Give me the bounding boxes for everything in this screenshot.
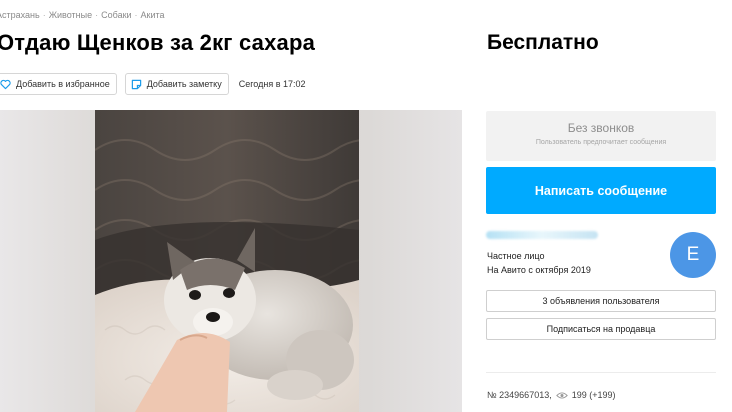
seller-info: Частное лицо На Авито с октября 2019 E <box>486 230 716 286</box>
breadcrumb-separator: · <box>134 10 138 20</box>
no-calls-subtitle: Пользователь предпочитает сообщения <box>535 139 667 146</box>
action-bar: Добавить в избранное Добавить заметку Се… <box>0 73 306 95</box>
breadcrumb: Астрахань · Животные · Собаки · Акита <box>0 10 165 20</box>
photo-gallery[interactable] <box>0 110 462 412</box>
add-note-button[interactable]: Добавить заметку <box>124 73 229 95</box>
page-title: Отдаю Щенков за 2кг сахара <box>0 30 316 55</box>
add-to-favorites-button[interactable]: Добавить в избранное <box>0 73 117 95</box>
eye-icon <box>555 391 568 399</box>
price: Бесплатно <box>487 31 599 54</box>
breadcrumb-category[interactable]: Животные <box>49 10 92 20</box>
puppy-photo-image <box>95 110 359 412</box>
ad-meta: № 2349667013, 199 (+199) <box>487 390 616 400</box>
breadcrumb-city[interactable]: Астрахань <box>0 10 40 20</box>
write-message-button[interactable]: Написать сообщение <box>486 167 716 214</box>
breadcrumb-subcategory[interactable]: Собаки <box>101 10 131 20</box>
add-to-favorites-label: Добавить в избранное <box>16 79 110 89</box>
breadcrumb-separator: · <box>95 10 99 20</box>
no-calls-panel: Без звонков Пользователь предпочитает со… <box>486 111 716 161</box>
view-count: 199 (+199) <box>571 390 616 400</box>
contact-panel: Без звонков Пользователь предпочитает со… <box>486 111 716 214</box>
divider <box>486 372 716 373</box>
add-note-label: Добавить заметку <box>146 79 222 89</box>
seller-type: Частное лицо <box>487 251 545 261</box>
seller-name-link[interactable] <box>486 231 598 239</box>
seller-since: На Авито с октября 2019 <box>487 265 591 275</box>
publish-date: Сегодня в 17:02 <box>238 79 306 89</box>
ad-number: № 2349667013, <box>487 390 552 400</box>
subscribe-seller-button[interactable]: Подписаться на продавца <box>486 318 716 340</box>
seller-ads-button[interactable]: 3 объявления пользователя <box>486 290 716 312</box>
breadcrumb-breed[interactable]: Акита <box>141 10 165 20</box>
note-icon <box>131 79 141 89</box>
breadcrumb-separator: · <box>42 10 46 20</box>
avatar[interactable]: E <box>670 232 716 278</box>
listing-photo[interactable] <box>95 110 359 412</box>
no-calls-title: Без звонков <box>567 121 635 135</box>
heart-icon <box>0 79 11 89</box>
